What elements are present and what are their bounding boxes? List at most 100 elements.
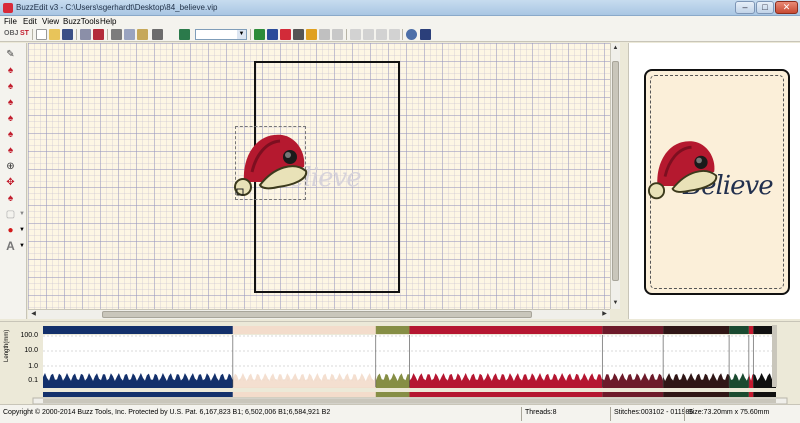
st-mode-button[interactable]: ST <box>20 30 29 37</box>
color-block-top <box>43 326 233 334</box>
save-icon[interactable] <box>62 29 73 40</box>
status-bar: Copyright © 2000-2014 Buzz Tools, Inc. P… <box>0 404 800 423</box>
redo-icon[interactable] <box>363 29 374 40</box>
minimize-button[interactable]: – <box>735 1 755 14</box>
scroll-down-icon[interactable]: ▼ <box>611 299 620 308</box>
svg-text:Length(mm): Length(mm) <box>4 330 10 362</box>
preview-panel: Believe <box>628 43 800 319</box>
color-block-top <box>375 326 410 334</box>
color-block-top <box>602 326 664 334</box>
graph-svg <box>32 325 788 405</box>
menu-view[interactable]: View <box>42 17 59 26</box>
move-icon[interactable] <box>280 29 291 40</box>
cut-icon[interactable] <box>111 29 122 40</box>
color-block-bottom <box>663 392 730 397</box>
status-size: Size:73.20mm x 75.60mm <box>688 409 770 416</box>
santa-tool-icon[interactable]: ♠ <box>5 113 16 124</box>
help-icon[interactable] <box>420 29 431 40</box>
move-tool-icon[interactable]: ✥ <box>5 177 16 188</box>
app-icon <box>3 3 13 13</box>
santa-hat-design[interactable] <box>234 127 308 199</box>
color-block-top <box>232 326 376 334</box>
ytick-label: 100.0 <box>20 332 38 339</box>
text-tool-icon[interactable]: A <box>5 240 16 252</box>
santa-tool-icon[interactable]: ♠ <box>5 129 16 140</box>
santa-tool-icon[interactable]: ♠ <box>5 65 16 76</box>
graph-vscroll-thumb <box>772 325 777 387</box>
color-block-bottom <box>409 392 603 397</box>
print-icon[interactable] <box>152 29 163 40</box>
santa-tool-icon[interactable]: ♠ <box>5 81 16 92</box>
copy-icon[interactable] <box>124 29 135 40</box>
scroll-left-icon[interactable]: ◀ <box>29 310 38 319</box>
status-copyright: Copyright © 2000-2014 Buzz Tools, Inc. P… <box>3 409 331 416</box>
select-icon[interactable]: ✎ <box>5 49 16 60</box>
scroll-right-icon[interactable]: ▶ <box>600 310 609 319</box>
design-canvas[interactable]: Believe <box>28 43 610 309</box>
preview-card: Believe <box>644 69 790 295</box>
scroll-up-icon[interactable]: ▲ <box>611 44 620 53</box>
stitch-icon[interactable] <box>80 29 91 40</box>
chevron-down-icon[interactable]: ▼ <box>237 30 246 39</box>
new-icon[interactable] <box>36 29 47 40</box>
menu-buzztools[interactable]: BuzzTools <box>63 17 99 26</box>
chevron-down-icon[interactable]: ▼ <box>19 211 25 217</box>
undo-icon[interactable] <box>350 29 361 40</box>
measure-tool-icon[interactable]: ♠ <box>5 193 16 204</box>
status-threads: Threads:8 <box>525 409 557 416</box>
stitch-length-graph[interactable]: Length(mm) 100.0 10.0 1.0 0.1 <box>0 321 800 405</box>
color-block-bottom <box>729 392 749 397</box>
window-title: BuzzEdit v3 - C:\Users\sgerhardt\Desktop… <box>16 3 218 12</box>
zoom-icon[interactable] <box>406 29 417 40</box>
rotate-icon[interactable] <box>293 29 304 40</box>
santa-hat-icon <box>648 141 718 200</box>
color-block-top <box>409 326 603 334</box>
ytick-label: 0.1 <box>28 377 38 384</box>
vertical-scrollbar[interactable]: ▲ ▼ <box>610 43 620 309</box>
wand-icon[interactable] <box>376 29 387 40</box>
status-stitches: Stitches:003102 - 011986 <box>614 409 694 416</box>
ytick-label: 1.0 <box>28 363 38 370</box>
color-block-bottom <box>753 392 776 397</box>
chevron-down-icon[interactable]: ▼ <box>19 243 25 249</box>
menu-edit[interactable]: Edit <box>23 17 37 26</box>
flag-icon[interactable] <box>306 29 317 40</box>
obj-mode-button[interactable]: OBJ <box>4 30 18 37</box>
link-icon[interactable] <box>389 29 400 40</box>
santa-tool-icon[interactable]: ♠ <box>5 145 16 156</box>
color-block-top <box>748 326 754 334</box>
color-block-bottom <box>602 392 664 397</box>
paste-icon[interactable] <box>137 29 148 40</box>
color-block-top <box>663 326 730 334</box>
chevron-down-icon[interactable]: ▼ <box>19 227 25 233</box>
menu-file[interactable]: File <box>4 17 17 26</box>
center-icon[interactable] <box>332 29 343 40</box>
graph-scroll-thumb <box>43 399 776 403</box>
horizontal-scroll-thumb[interactable] <box>102 311 532 318</box>
close-button[interactable]: ✕ <box>775 1 798 14</box>
toolbar: OBJ ST ▼ <box>0 27 800 42</box>
ytick-label: 10.0 <box>24 347 38 354</box>
color-block-top <box>729 326 749 334</box>
menu-help[interactable]: Help <box>100 17 116 26</box>
snap-tool-icon[interactable]: ▢ <box>5 209 16 220</box>
horizontal-scrollbar[interactable]: ◀ ▶ <box>28 309 610 319</box>
size-icon[interactable] <box>319 29 330 40</box>
tie-icon[interactable] <box>267 29 278 40</box>
title-bar: BuzzEdit v3 - C:\Users\sgerhardt\Desktop… <box>0 0 800 16</box>
menu-bar: File Edit View BuzzTools Help <box>0 16 800 27</box>
vertical-scroll-thumb[interactable] <box>612 61 619 281</box>
thread-icon[interactable] <box>179 29 190 40</box>
color-block-bottom <box>375 392 410 397</box>
stitch-red-icon[interactable] <box>93 29 104 40</box>
open-icon[interactable] <box>49 29 60 40</box>
grid-icon[interactable] <box>254 29 265 40</box>
color-block-bottom <box>232 392 376 397</box>
graph-ylabel: Length(mm) <box>4 330 10 362</box>
color-block-bottom <box>748 392 754 397</box>
color-picker-icon[interactable]: ● <box>5 225 16 236</box>
zoom-combo[interactable]: ▼ <box>195 29 247 40</box>
santa-tool-icon[interactable]: ♠ <box>5 97 16 108</box>
zoom-tool-icon[interactable]: ⊕ <box>5 161 16 172</box>
maximize-button[interactable]: □ <box>756 1 774 14</box>
